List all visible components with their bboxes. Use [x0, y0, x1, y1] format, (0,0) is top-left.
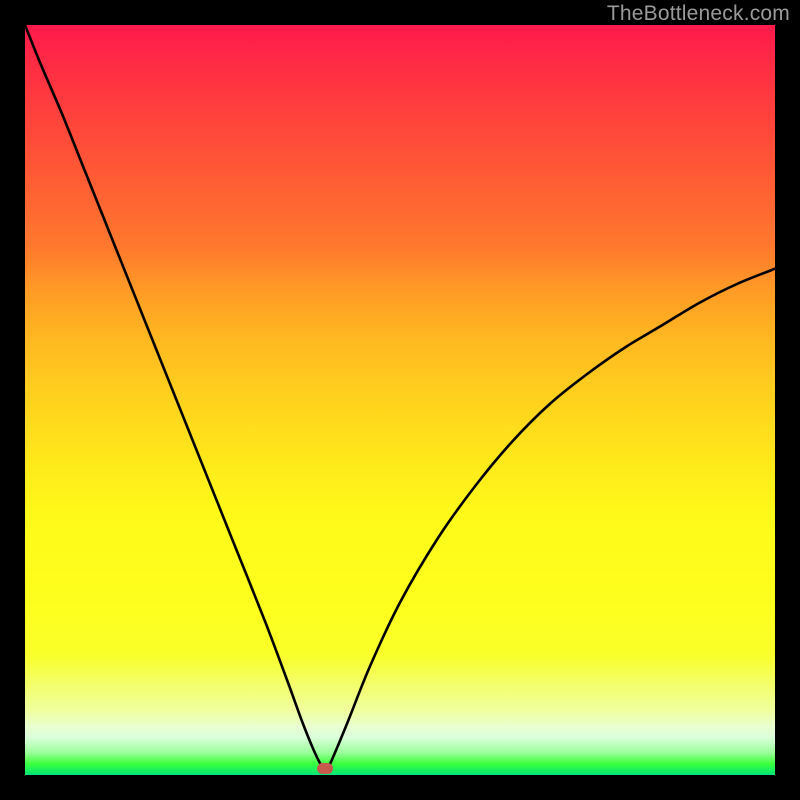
plot-area: [25, 25, 775, 775]
optimum-marker: [317, 763, 333, 774]
chart-frame: TheBottleneck.com: [0, 0, 800, 800]
watermark-text: TheBottleneck.com: [607, 2, 790, 26]
